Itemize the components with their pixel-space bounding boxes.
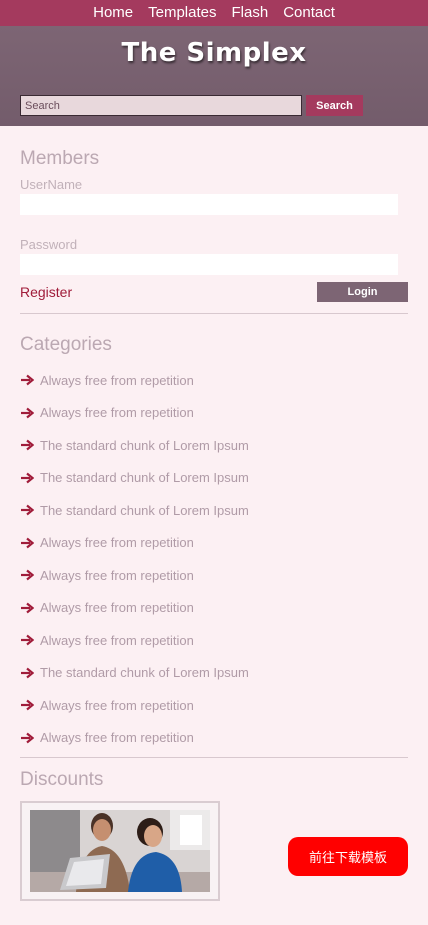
- category-link[interactable]: Always free from repetition: [40, 535, 194, 550]
- category-item: The standard chunk of Lorem Ipsum: [20, 657, 408, 690]
- category-item: Always free from repetition: [20, 527, 408, 560]
- category-link[interactable]: The standard chunk of Lorem Ipsum: [40, 665, 249, 680]
- site-header: The Simplex Search: [0, 26, 428, 126]
- section-divider: [20, 757, 408, 758]
- username-label: UserName: [20, 177, 83, 192]
- members-title: Members: [20, 148, 100, 169]
- category-list: Always free from repetition Always free f…: [20, 364, 408, 754]
- register-link[interactable]: Register: [20, 284, 72, 300]
- arrow-right-icon: [21, 569, 34, 581]
- password-field[interactable]: [20, 254, 398, 275]
- people-laptop-photo: [30, 810, 210, 892]
- arrow-right-icon: [21, 602, 34, 614]
- category-link[interactable]: Always free from repetition: [40, 730, 194, 745]
- category-item: Always free from repetition: [20, 722, 408, 755]
- discounts-title: Discounts: [20, 769, 104, 790]
- category-item: Always free from repetition: [20, 364, 408, 397]
- arrow-right-icon: [21, 439, 34, 451]
- category-link[interactable]: Always free from repetition: [40, 405, 194, 420]
- section-divider: [20, 313, 408, 314]
- search-button[interactable]: Search: [306, 95, 363, 116]
- arrow-right-icon: [21, 504, 34, 516]
- nav-templates-link[interactable]: Templates: [148, 0, 216, 26]
- site-title: The Simplex: [121, 38, 307, 68]
- category-item: Always free from repetition: [20, 397, 408, 430]
- category-item: The standard chunk of Lorem Ipsum: [20, 494, 408, 527]
- download-template-button[interactable]: 前往下载模板: [288, 837, 408, 876]
- category-item: Always free from repetition: [20, 592, 408, 625]
- arrow-right-icon: [21, 472, 34, 484]
- category-item: Always free from repetition: [20, 559, 408, 592]
- arrow-right-icon: [21, 699, 34, 711]
- members-section: Members UserName Password Register Login: [20, 148, 408, 302]
- login-button[interactable]: Login: [317, 282, 408, 302]
- category-item: The standard chunk of Lorem Ipsum: [20, 462, 408, 495]
- category-link[interactable]: The standard chunk of Lorem Ipsum: [40, 470, 249, 485]
- top-nav: Home Templates Flash Contact: [0, 0, 428, 26]
- discount-image[interactable]: [20, 801, 220, 901]
- arrow-right-icon: [21, 732, 34, 744]
- category-item: Always free from repetition: [20, 624, 408, 657]
- arrow-right-icon: [21, 634, 34, 646]
- category-link[interactable]: Always free from repetition: [40, 568, 194, 583]
- arrow-right-icon: [21, 537, 34, 549]
- category-link[interactable]: Always free from repetition: [40, 600, 194, 615]
- nav-flash-link[interactable]: Flash: [232, 0, 269, 26]
- arrow-right-icon: [21, 374, 34, 386]
- category-link[interactable]: Always free from repetition: [40, 373, 194, 388]
- categories-section: Categories Always free from repetition Al…: [20, 334, 408, 754]
- category-link[interactable]: Always free from repetition: [40, 633, 194, 648]
- arrow-right-icon: [21, 407, 34, 419]
- nav-home-link[interactable]: Home: [93, 0, 133, 26]
- password-label: Password: [20, 237, 78, 252]
- category-link[interactable]: The standard chunk of Lorem Ipsum: [40, 503, 249, 518]
- category-link[interactable]: Always free from repetition: [40, 698, 194, 713]
- main-content: Members UserName Password Register Login…: [0, 148, 428, 901]
- search-bar: Search: [20, 95, 363, 116]
- category-link[interactable]: The standard chunk of Lorem Ipsum: [40, 438, 249, 453]
- discounts-section: Discounts: [20, 769, 408, 901]
- category-item: The standard chunk of Lorem Ipsum: [20, 429, 408, 462]
- login-actions: Register Login: [20, 282, 408, 302]
- username-field[interactable]: [20, 194, 398, 215]
- arrow-right-icon: [21, 667, 34, 679]
- nav-contact-link[interactable]: Contact: [283, 0, 335, 26]
- search-input[interactable]: [20, 95, 302, 116]
- categories-title: Categories: [20, 334, 112, 355]
- category-item: Always free from repetition: [20, 689, 408, 722]
